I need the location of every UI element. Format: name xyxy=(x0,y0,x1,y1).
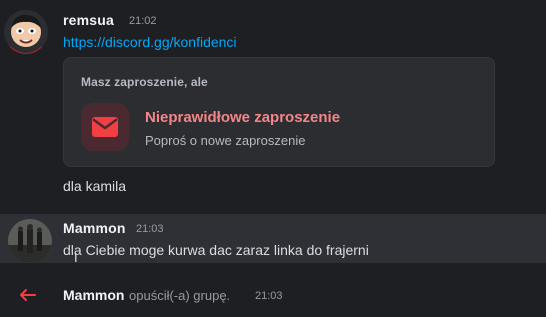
avatar[interactable] xyxy=(8,219,52,263)
invite-icon-box xyxy=(81,103,129,151)
chat-log: remsua 21:02 https://discord.gg/konfiden… xyxy=(0,0,546,317)
invite-subtitle: Poproś o nowe zaproszenie xyxy=(145,133,306,148)
invite-title: Nieprawidłowe zaproszenie xyxy=(145,109,341,126)
system-message-timestamp: 21:03 xyxy=(255,290,283,302)
invite-link[interactable]: https://discord.gg/konfidenci xyxy=(63,34,237,50)
message-author[interactable]: remsua xyxy=(63,12,114,28)
cartoon-face-avatar-icon xyxy=(4,10,48,54)
message-timestamp: 21:02 xyxy=(129,15,157,27)
message-author[interactable]: Mammon xyxy=(63,220,126,236)
leave-arrow-icon xyxy=(20,289,36,301)
message-text: dla kamila xyxy=(63,178,127,194)
avatar[interactable] xyxy=(4,10,48,54)
photo-avatar-icon xyxy=(8,219,52,263)
invite-header: Masz zaproszenie, ale xyxy=(81,75,208,89)
message-timestamp: 21:03 xyxy=(136,223,164,235)
text-cursor-icon: I xyxy=(74,250,78,265)
system-message-text: opuścił(-a) grupę. xyxy=(129,288,231,303)
envelope-icon xyxy=(92,117,118,137)
message-text: dla Ciebie moge kurwa dac zaraz linka do… xyxy=(63,242,369,258)
system-message: Mammon opuścił(-a) grupę. 21:03 xyxy=(0,280,546,310)
invite-embed: Masz zaproszenie, ale Nieprawidłowe zapr… xyxy=(63,57,495,167)
system-message-user[interactable]: Mammon xyxy=(63,287,124,303)
